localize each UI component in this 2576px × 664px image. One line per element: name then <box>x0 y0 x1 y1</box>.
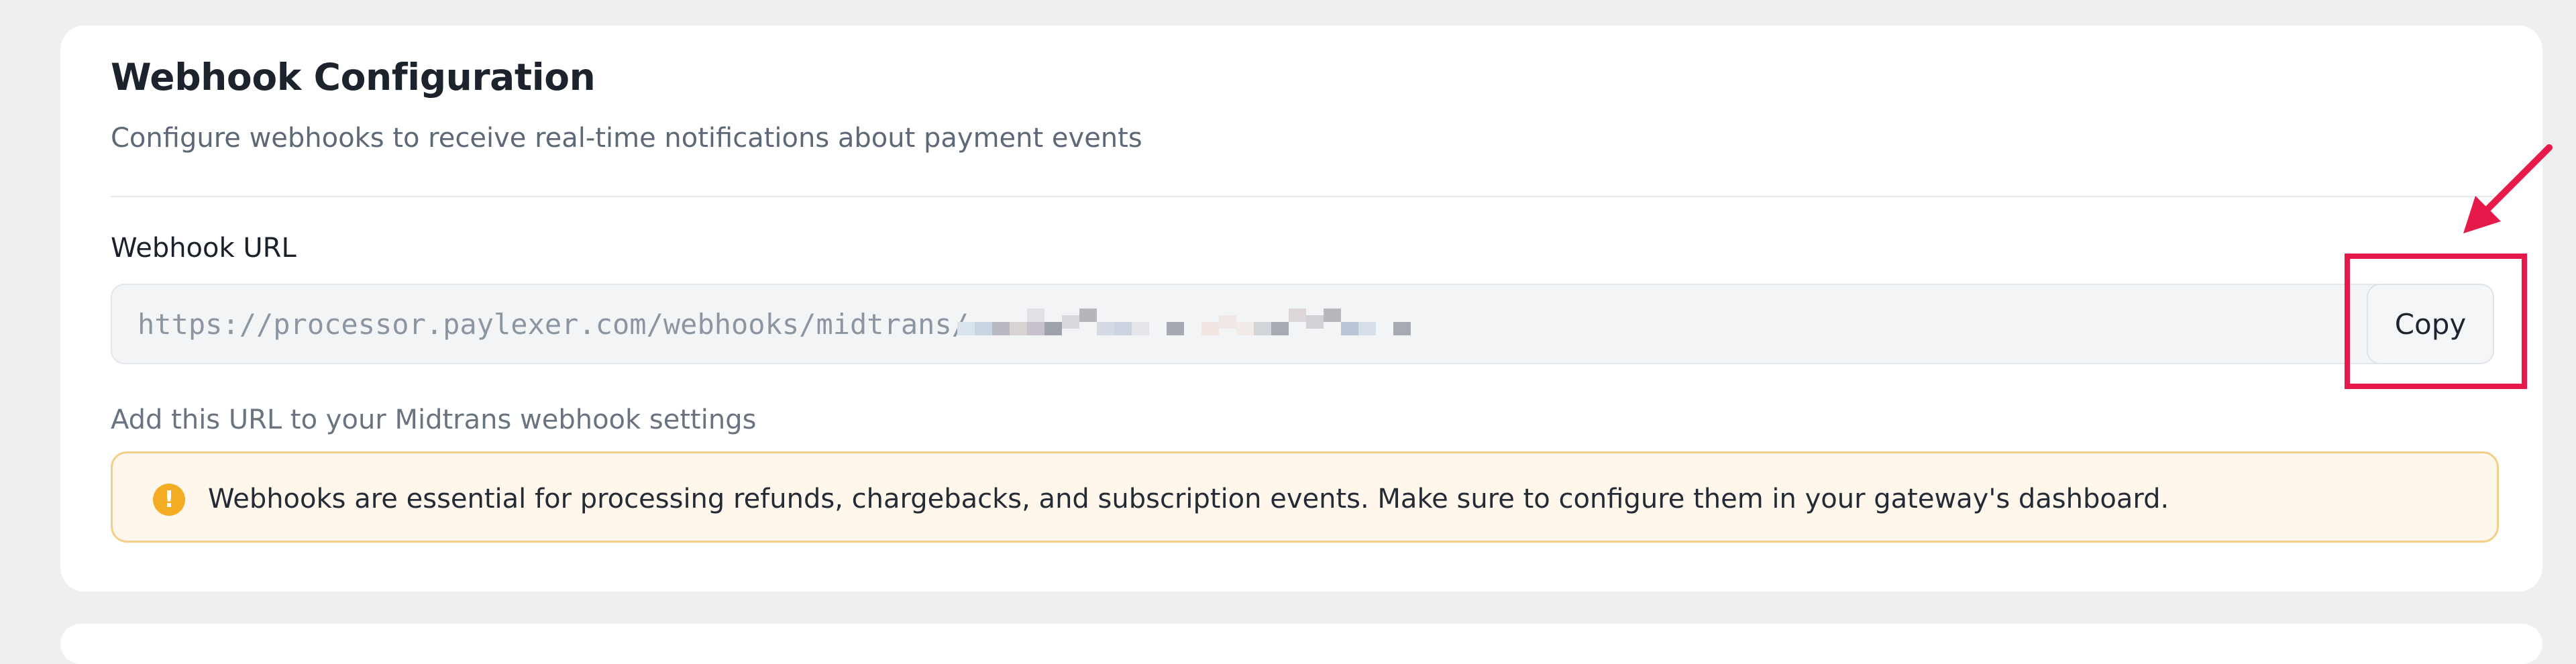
pointer-arrow-icon <box>2463 144 2553 233</box>
webhook-url-field[interactable]: https://processor.paylexer.com/webhooks/… <box>111 284 2405 364</box>
warning-notice-text: Webhooks are essential for processing re… <box>208 484 2169 514</box>
webhook-url-label: Webhook URL <box>111 233 297 264</box>
page-subtitle: Configure webhooks to receive real-time … <box>111 123 1142 154</box>
webhook-configuration-card: Webhook Configuration Configure webhooks… <box>60 25 2542 592</box>
webhook-url-helper-text: Add this URL to your Midtrans webhook se… <box>111 404 757 435</box>
divider <box>111 196 2492 197</box>
next-card <box>60 624 2542 664</box>
webhook-warning-notice: ! Webhooks are essential for processing … <box>111 451 2499 543</box>
warning-icon: ! <box>153 484 185 516</box>
page-title: Webhook Configuration <box>111 56 596 99</box>
copy-highlight-box <box>2345 254 2527 389</box>
redacted-url-token <box>957 307 1413 345</box>
webhook-url-value[interactable]: https://processor.paylexer.com/webhooks/… <box>138 311 969 339</box>
